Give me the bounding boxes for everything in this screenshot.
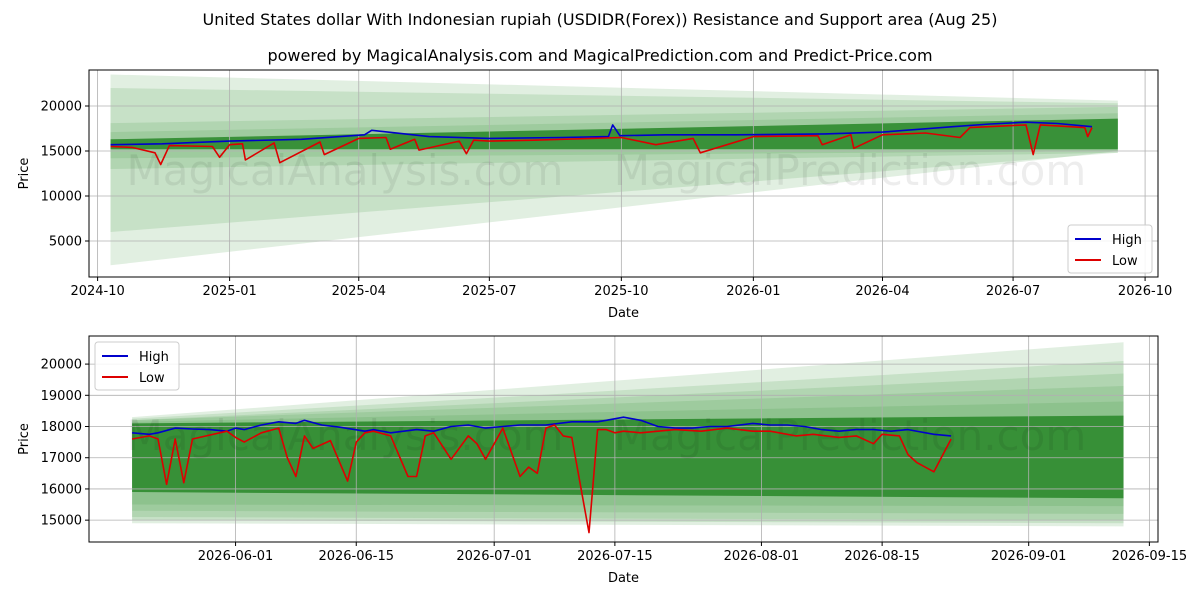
y-tick-label: 15000 (41, 514, 82, 529)
legend: High Low (94, 341, 180, 391)
x-axis-label: Date (608, 571, 639, 586)
x-tick-label: 2026-09-15 (1112, 549, 1188, 564)
x-tick-label: 2026-01 (726, 284, 780, 299)
y-tick-label: 5000 (49, 235, 82, 250)
x-tick-label: 2025-07 (462, 284, 516, 299)
x-tick-label: 2026-07 (986, 284, 1040, 299)
legend-label-low: Low (1112, 254, 1138, 269)
legend-label-low: Low (139, 371, 165, 386)
x-axis-label: Date (608, 306, 639, 321)
y-axis-label: Price (17, 158, 32, 190)
x-tick-label: 2024-10 (70, 284, 124, 299)
x-tick-label: 2026-08-15 (844, 549, 920, 564)
y-tick-label: 16000 (41, 482, 82, 497)
y-axis-label: Price (17, 423, 32, 455)
legend-label-high: High (139, 350, 169, 365)
legend: High Low (1067, 224, 1153, 274)
x-tick-label: 2026-04 (855, 284, 909, 299)
y-tick-label: 17000 (41, 451, 82, 466)
y-tick-label: 10000 (41, 190, 82, 205)
y-tick-label: 18000 (41, 420, 82, 435)
x-tick-label: 2026-07-01 (456, 549, 532, 564)
watermark-right: MagicalPrediction.com (614, 146, 1087, 195)
x-tick-label: 2026-10 (1118, 284, 1172, 299)
x-tick-label: 2026-09-01 (991, 549, 1067, 564)
y-tick-label: 20000 (41, 358, 82, 373)
watermark-right: MagicalPrediction.com (614, 411, 1087, 460)
x-tick-label: 2025-04 (332, 284, 386, 299)
x-tick-label: 2026-06-01 (198, 549, 274, 564)
x-tick-label: 2025-01 (202, 284, 256, 299)
figure: MagicalAnalysis.com MagicalPrediction.com… (17, 69, 1188, 586)
chart-panel-2: MagicalAnalysis.com MagicalPrediction.com… (17, 335, 1188, 586)
watermark-left: MagicalAnalysis.com (127, 146, 564, 195)
x-tick-label: 2026-08-01 (724, 549, 800, 564)
legend-label-high: High (1112, 233, 1142, 248)
x-tick-label: 2026-06-15 (318, 549, 394, 564)
chart-panel-1: MagicalAnalysis.com MagicalPrediction.com… (17, 69, 1172, 321)
x-tick-label: 2026-07-15 (577, 549, 653, 564)
x-tick-label: 2025-10 (594, 284, 648, 299)
y-tick-label: 20000 (41, 100, 82, 115)
y-tick-label: 15000 (41, 145, 82, 160)
y-tick-label: 19000 (41, 389, 82, 404)
